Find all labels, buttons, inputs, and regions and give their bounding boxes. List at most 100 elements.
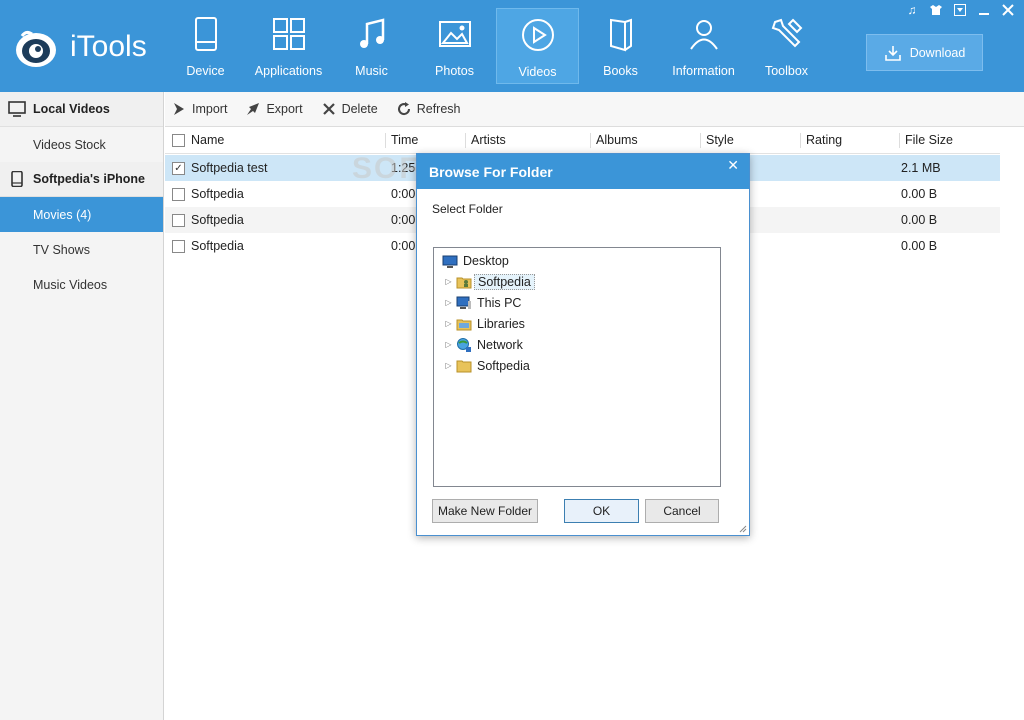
sidebar: Local Videos Videos Stock Softpedia's iP… — [0, 92, 164, 720]
column-label: File Size — [905, 133, 953, 147]
sidebar-item-movies[interactable]: Movies (4) — [0, 197, 163, 232]
tree-node-desktop[interactable]: Desktop — [434, 250, 720, 271]
window-controls: ♫ — [904, 3, 1016, 17]
nav-photos[interactable]: Photos — [413, 8, 496, 84]
delete-button[interactable]: Delete — [321, 101, 378, 117]
column-rating[interactable]: Rating — [800, 127, 899, 154]
import-icon — [174, 103, 184, 115]
tree-label: Libraries — [477, 316, 525, 331]
row-name: Softpedia — [191, 213, 244, 227]
information-icon — [689, 20, 718, 50]
ok-button[interactable]: OK — [564, 499, 639, 523]
tree-node-softpedia-user[interactable]: ▷ Softpedia — [434, 271, 720, 292]
browse-folder-dialog: Browse For Folder ✕ Select Folder Deskto… — [416, 153, 750, 536]
sidebar-item-music-videos[interactable]: Music Videos — [0, 267, 163, 302]
column-style[interactable]: Style — [700, 127, 800, 154]
sidebar-item-tv-shows[interactable]: TV Shows — [0, 232, 163, 267]
row-checkbox[interactable] — [172, 213, 185, 227]
row-name: Softpedia test — [191, 161, 268, 175]
expand-arrow-icon[interactable]: ▷ — [444, 298, 453, 307]
import-button[interactable]: Import — [171, 101, 227, 117]
toolbox-icon — [771, 18, 802, 48]
tree-node-network[interactable]: ▷ Network — [434, 334, 720, 355]
column-file-size[interactable]: File Size — [899, 127, 1000, 154]
export-button[interactable]: Export — [245, 101, 303, 117]
tree-label: Desktop — [463, 253, 509, 268]
photos-icon — [438, 21, 471, 47]
refresh-button[interactable]: Refresh — [396, 101, 461, 117]
export-label: Export — [266, 102, 303, 116]
nav-music[interactable]: Music — [330, 8, 413, 84]
nav-videos[interactable]: Videos — [496, 8, 579, 84]
phone-icon — [11, 171, 23, 187]
table-header: Name Time Artists Albums Style Rating Fi… — [165, 127, 1000, 154]
nav-information[interactable]: Information — [662, 8, 745, 84]
device-icon — [194, 17, 217, 51]
monitor-icon — [8, 101, 26, 117]
column-label: Artists — [471, 133, 506, 147]
refresh-label: Refresh — [416, 102, 461, 116]
menu-dropdown-icon[interactable] — [952, 3, 968, 17]
sidebar-group-device[interactable]: Softpedia's iPhone — [0, 162, 163, 197]
skin-shirt-icon[interactable] — [928, 3, 944, 17]
cancel-button[interactable]: Cancel — [645, 499, 719, 523]
folder-icon — [456, 360, 472, 372]
column-label: Name — [191, 133, 225, 147]
folder-tree: Desktop ▷ Softpedia ▷ This PC ▷ Librarie… — [433, 247, 721, 487]
dialog-close-icon[interactable]: ✕ — [727, 157, 739, 174]
nav-device[interactable]: Device — [164, 8, 247, 84]
sidebar-group-local-videos[interactable]: Local Videos — [0, 92, 163, 127]
row-size: 0.00 B — [901, 239, 938, 253]
column-artists[interactable]: Artists — [465, 127, 590, 154]
sidebar-group-label: Local Videos — [33, 102, 110, 116]
column-name[interactable]: Name — [165, 127, 385, 154]
tree-node-softpedia-folder[interactable]: ▷ Softpedia — [434, 355, 720, 376]
column-albums[interactable]: Albums — [590, 127, 700, 154]
row-checkbox[interactable] — [172, 239, 185, 253]
sidebar-item-label: TV Shows — [33, 242, 90, 257]
import-label: Import — [192, 102, 228, 116]
row-checkbox[interactable] — [172, 187, 185, 201]
row-name: Softpedia — [191, 187, 244, 201]
column-label: Rating — [806, 133, 843, 147]
close-icon[interactable] — [1000, 3, 1016, 17]
select-all-checkbox[interactable] — [172, 133, 185, 147]
desktop-icon — [442, 255, 458, 268]
nav-books[interactable]: Books — [579, 8, 662, 84]
resize-grip-icon[interactable] — [739, 525, 747, 533]
delete-label: Delete — [341, 102, 378, 116]
export-icon — [247, 103, 260, 115]
download-button[interactable]: Download — [866, 34, 983, 71]
expand-arrow-icon[interactable]: ▷ — [444, 319, 453, 328]
refresh-icon — [397, 102, 410, 116]
minimize-icon[interactable] — [976, 3, 992, 17]
row-size: 2.1 MB — [901, 161, 941, 175]
applications-icon — [272, 18, 305, 50]
tree-label: Network — [477, 337, 523, 352]
expand-arrow-icon[interactable]: ▷ — [444, 340, 453, 349]
sidebar-item-videos-stock[interactable]: Videos Stock — [0, 127, 163, 162]
expand-arrow-icon[interactable]: ▷ — [444, 277, 453, 286]
make-new-folder-button[interactable]: Make New Folder — [432, 499, 538, 523]
dialog-title: Browse For Folder — [417, 154, 749, 189]
nav-applications[interactable]: Applications — [247, 8, 330, 84]
row-name: Softpedia — [191, 239, 244, 253]
nav-label: Information — [672, 64, 735, 78]
tree-label: Softpedia — [477, 358, 530, 373]
tree-node-this-pc[interactable]: ▷ This PC — [434, 292, 720, 313]
nav-toolbox[interactable]: Toolbox — [745, 8, 828, 84]
column-time[interactable]: Time — [385, 127, 465, 154]
music-note-icon[interactable]: ♫ — [904, 3, 920, 17]
nav-label: Device — [186, 64, 225, 78]
sidebar-item-label: Movies (4) — [33, 207, 92, 222]
app-name: iTools — [70, 30, 147, 63]
expand-arrow-icon[interactable]: ▷ — [444, 361, 453, 370]
nav-label: Toolbox — [764, 64, 809, 78]
tree-label: This PC — [477, 295, 522, 310]
toolbar: Import Export Delete Refresh — [165, 92, 1024, 127]
row-checkbox[interactable]: ✓ — [172, 161, 185, 175]
itools-logo-icon — [16, 30, 56, 67]
tree-node-libraries[interactable]: ▷ Libraries — [434, 313, 720, 334]
music-icon — [359, 18, 384, 48]
videos-icon — [521, 19, 554, 51]
